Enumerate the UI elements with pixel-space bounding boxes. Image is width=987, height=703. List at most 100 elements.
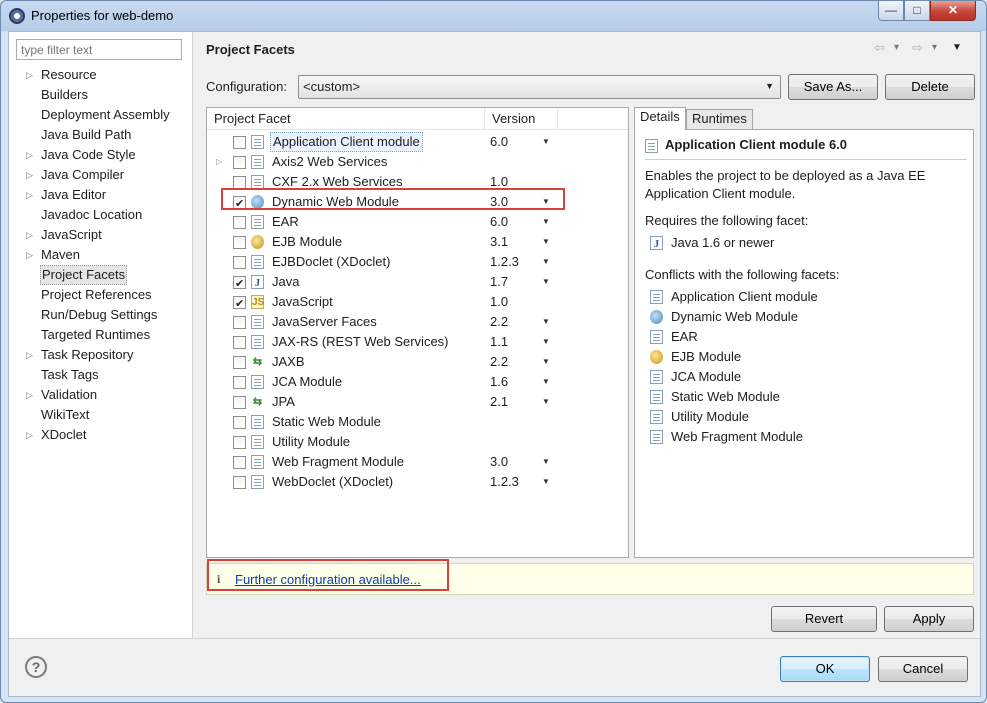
column-header-facet[interactable]: Project Facet [207, 108, 485, 130]
facet-version[interactable]: 6.0 [490, 132, 508, 152]
table-row[interactable]: Web Fragment Module 3.0 ▼ [207, 452, 628, 472]
facet-checkbox[interactable] [233, 416, 246, 429]
sidebar-item-maven[interactable]: ▷ Maven [9, 245, 193, 265]
expand-arrow-icon[interactable]: ▷ [26, 425, 33, 445]
sidebar-item-javascript[interactable]: ▷ JavaScript [9, 225, 193, 245]
sidebar-item-project-references[interactable]: Project References [9, 285, 193, 305]
sidebar-item-run-debug-settings[interactable]: Run/Debug Settings [9, 305, 193, 325]
table-row[interactable]: ▷ Axis2 Web Services [207, 152, 628, 172]
version-dropdown-icon[interactable]: ▼ [542, 132, 550, 152]
version-dropdown-icon[interactable]: ▼ [542, 332, 550, 352]
minimize-button[interactable]: — [878, 1, 904, 21]
table-row[interactable]: JAX-RS (REST Web Services) 1.1 ▼ [207, 332, 628, 352]
sidebar-item-targeted-runtimes[interactable]: Targeted Runtimes [9, 325, 193, 345]
table-row[interactable]: J Java 1.7 ▼ [207, 272, 628, 294]
facet-checkbox[interactable] [233, 396, 246, 409]
facet-checkbox[interactable] [233, 294, 246, 314]
sidebar-item-resource[interactable]: ▷ Resource [9, 65, 193, 85]
close-button[interactable]: ✕ [930, 1, 976, 21]
version-dropdown-icon[interactable]: ▼ [542, 392, 550, 412]
facet-checkbox[interactable] [233, 456, 246, 469]
sidebar-item-validation[interactable]: ▷ Validation [9, 385, 193, 405]
table-row[interactable]: Static Web Module [207, 412, 628, 432]
version-dropdown-icon[interactable]: ▼ [542, 232, 550, 252]
sidebar-item-project-facets[interactable]: Project Facets [9, 265, 193, 285]
back-menu-icon[interactable]: ▾ [894, 42, 899, 53]
sidebar-item-java-code-style[interactable]: ▷ Java Code Style [9, 145, 193, 165]
facet-checkbox[interactable] [233, 216, 246, 229]
maximize-button[interactable]: □ [904, 1, 930, 21]
configuration-select[interactable]: <custom> ▼ [298, 75, 781, 99]
version-dropdown-icon[interactable]: ▼ [542, 272, 550, 292]
sidebar-item-wikitext[interactable]: WikiText [9, 405, 193, 425]
facet-version[interactable]: 1.7 [490, 272, 508, 292]
ok-button[interactable]: OK [780, 656, 870, 682]
back-arrow-icon[interactable]: ⇦ [874, 40, 885, 56]
sidebar-item-java-build-path[interactable]: Java Build Path [9, 125, 193, 145]
facet-version[interactable]: 2.2 [490, 352, 508, 372]
expand-arrow-icon[interactable]: ▷ [26, 345, 33, 365]
facet-version[interactable]: 1.0 [490, 292, 508, 312]
column-header-version[interactable]: Version [485, 108, 558, 130]
revert-button[interactable]: Revert [771, 606, 877, 632]
table-row[interactable]: ⇆ JAXB 2.2 ▼ [207, 352, 628, 372]
help-icon[interactable]: ? [25, 656, 47, 678]
table-row[interactable]: WebDoclet (XDoclet) 1.2.3 ▼ [207, 472, 628, 492]
expand-arrow-icon[interactable]: ▷ [26, 225, 33, 245]
facet-checkbox[interactable] [233, 316, 246, 329]
facet-checkbox[interactable] [233, 476, 246, 489]
sidebar-item-task-repository[interactable]: ▷ Task Repository [9, 345, 193, 365]
view-menu-icon[interactable]: ▼ [952, 42, 962, 53]
facet-checkbox[interactable] [233, 436, 246, 449]
facet-checkbox[interactable] [233, 236, 246, 249]
facet-version[interactable]: 3.1 [490, 232, 508, 252]
version-dropdown-icon[interactable]: ▼ [542, 452, 550, 472]
sidebar-item-javadoc-location[interactable]: Javadoc Location [9, 205, 193, 225]
sidebar-item-deployment-assembly[interactable]: Deployment Assembly [9, 105, 193, 125]
apply-button[interactable]: Apply [884, 606, 974, 632]
facet-version[interactable]: 1.2.3 [490, 252, 519, 272]
sidebar-item-xdoclet[interactable]: ▷ XDoclet [9, 425, 193, 445]
expand-arrow-icon[interactable]: ▷ [26, 185, 33, 205]
save-as-button[interactable]: Save As... [788, 74, 878, 100]
expand-arrow-icon[interactable]: ▷ [26, 65, 33, 85]
version-dropdown-icon[interactable]: ▼ [542, 352, 550, 372]
expand-arrow-icon[interactable]: ▷ [216, 152, 222, 172]
title-bar[interactable]: Properties for web-demo — □ ✕ [1, 1, 986, 31]
facet-version[interactable]: 2.2 [490, 312, 508, 332]
facet-version[interactable]: 1.2.3 [490, 472, 519, 492]
facet-checkbox[interactable] [233, 336, 246, 349]
version-dropdown-icon[interactable]: ▼ [542, 472, 550, 492]
facet-version[interactable]: 3.0 [490, 452, 508, 472]
version-dropdown-icon[interactable]: ▼ [542, 212, 550, 232]
table-row[interactable]: Application Client module 6.0 ▼ [207, 132, 628, 152]
facet-version[interactable]: 1.6 [490, 372, 508, 392]
table-row[interactable]: JS JavaScript 1.0 [207, 292, 628, 314]
version-dropdown-icon[interactable]: ▼ [542, 312, 550, 332]
expand-arrow-icon[interactable]: ▷ [26, 245, 33, 265]
tab-details[interactable]: Details [634, 107, 686, 130]
table-row[interactable]: ⇆ JPA 2.1 ▼ [207, 392, 628, 412]
filter-input[interactable] [16, 39, 182, 60]
facet-checkbox[interactable] [233, 274, 246, 294]
expand-arrow-icon[interactable]: ▷ [26, 145, 33, 165]
forward-arrow-icon[interactable]: ⇨ [912, 40, 923, 56]
version-dropdown-icon[interactable]: ▼ [542, 372, 550, 392]
facet-checkbox[interactable] [233, 376, 246, 389]
sidebar-item-builders[interactable]: Builders [9, 85, 193, 105]
sidebar-item-java-compiler[interactable]: ▷ Java Compiler [9, 165, 193, 185]
cancel-button[interactable]: Cancel [878, 656, 968, 682]
version-dropdown-icon[interactable]: ▼ [542, 252, 550, 272]
sidebar-item-java-editor[interactable]: ▷ Java Editor [9, 185, 193, 205]
expand-arrow-icon[interactable]: ▷ [26, 165, 33, 185]
sidebar-item-task-tags[interactable]: Task Tags [9, 365, 193, 385]
tab-runtimes[interactable]: Runtimes [686, 109, 753, 129]
table-row[interactable]: EJBDoclet (XDoclet) 1.2.3 ▼ [207, 252, 628, 272]
facet-checkbox[interactable] [233, 256, 246, 269]
table-row[interactable]: JCA Module 1.6 ▼ [207, 372, 628, 392]
facet-version[interactable]: 2.1 [490, 392, 508, 412]
expand-arrow-icon[interactable]: ▷ [26, 385, 33, 405]
facet-checkbox[interactable] [233, 356, 246, 369]
facet-version[interactable]: 1.1 [490, 332, 508, 352]
facet-version[interactable]: 6.0 [490, 212, 508, 232]
